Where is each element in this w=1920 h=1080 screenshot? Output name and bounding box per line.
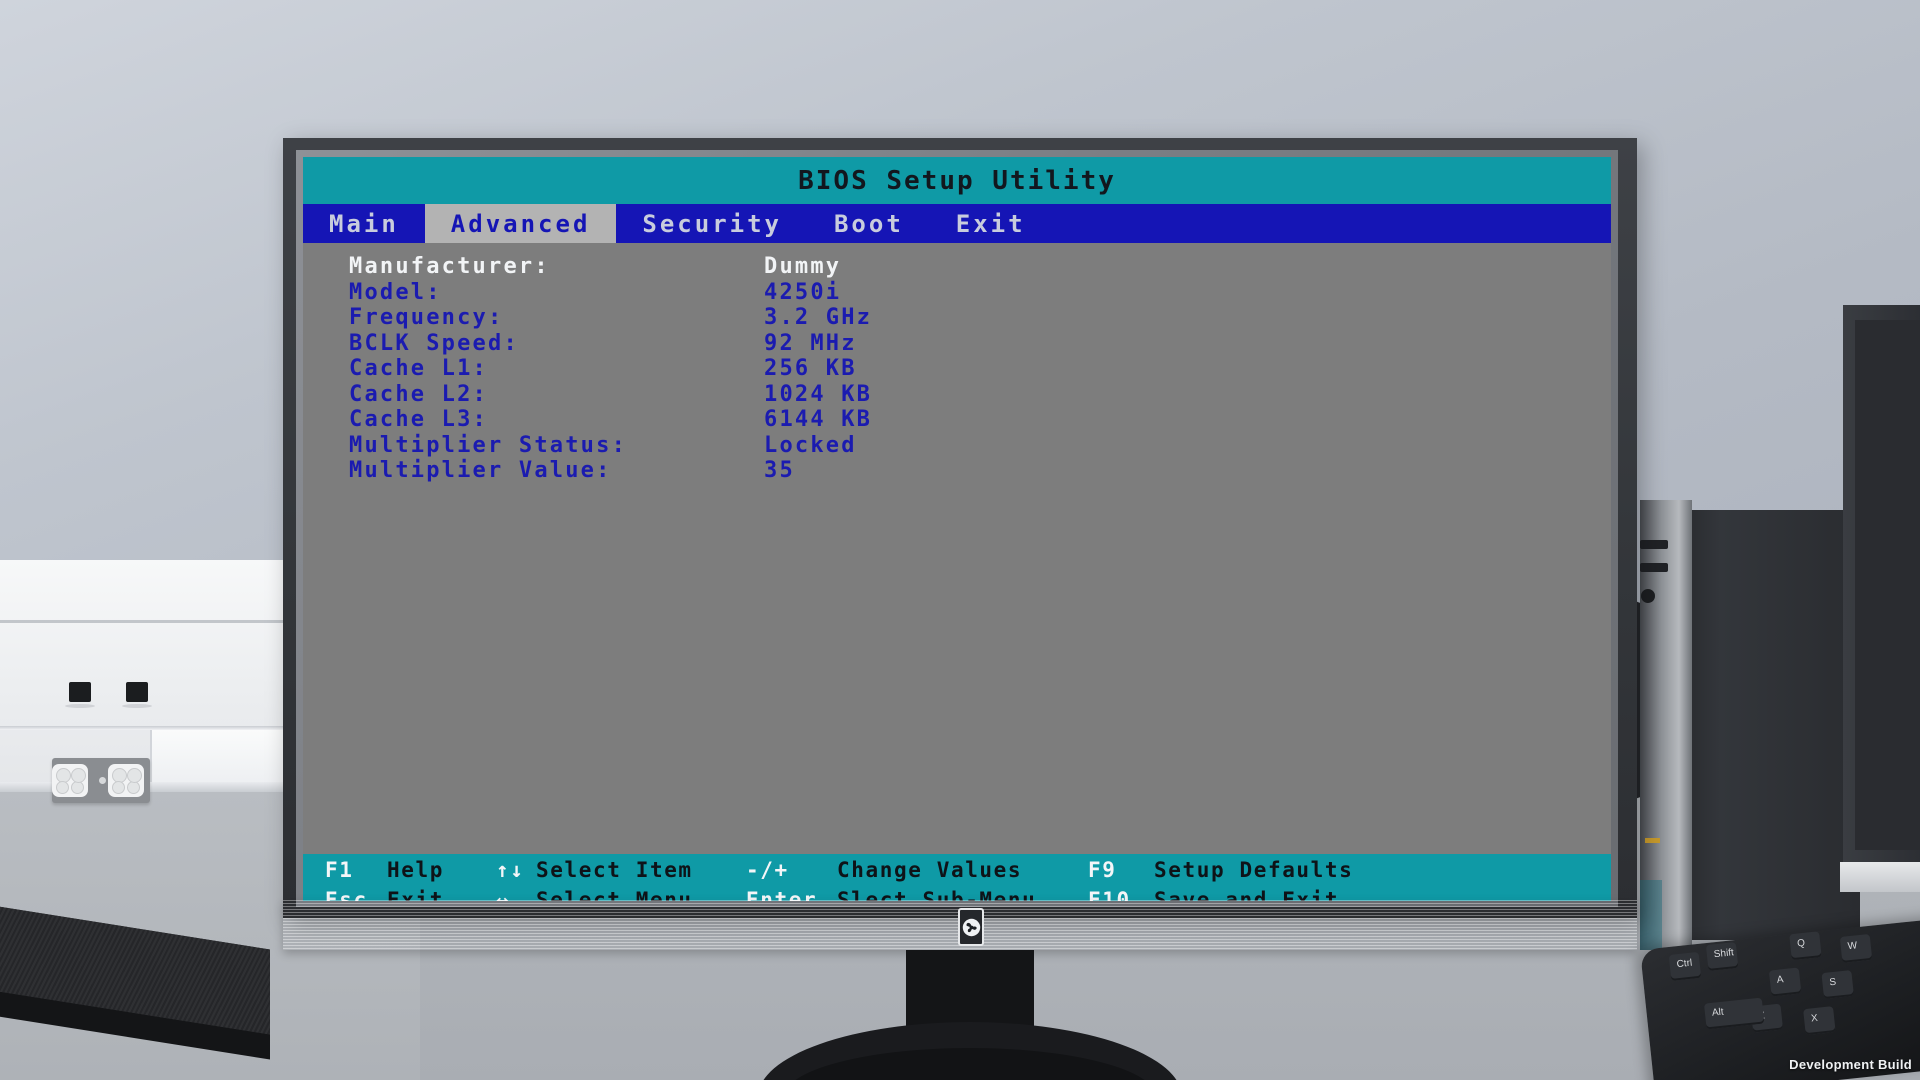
field-label: Model: — [349, 279, 442, 305]
field-value: 6144 KB — [764, 407, 873, 433]
development-build-watermark: Development Build — [1789, 1057, 1912, 1072]
field-label: Multiplier Value: — [349, 458, 612, 484]
power-socket-right — [108, 764, 144, 797]
pc-tower-vent — [1640, 563, 1668, 572]
outlet-screw — [99, 777, 106, 784]
field-row-multiplier-value[interactable]: Multiplier Value: 35 — [349, 458, 872, 484]
second-monitor-base — [1840, 862, 1920, 892]
field-row-multiplier-status[interactable]: Multiplier Status: Locked — [349, 433, 872, 459]
wall-panel-lower — [150, 730, 286, 790]
field-label: BCLK Speed: — [349, 330, 519, 356]
help-row-2: Esc Exit ↔ Select Menu Enter Slect Sub-M… — [303, 885, 1611, 901]
fan-logo-icon — [958, 908, 984, 946]
field-row-cache-l2[interactable]: Cache L2: 1024 KB — [349, 382, 872, 408]
field-label: Cache L3: — [349, 407, 489, 433]
socket-hole — [56, 781, 69, 794]
keyboard-key[interactable]: W — [1839, 933, 1873, 963]
keyboard-key-label: X — [1810, 1012, 1819, 1025]
power-outlet-plate — [52, 758, 150, 803]
socket-hole — [112, 781, 125, 794]
socket-hole — [127, 781, 140, 794]
keyboard-key-label: W — [1847, 940, 1858, 953]
help-key-updown-arrows-icon: ↑↓ — [496, 858, 525, 882]
keyboard-key-label: Q — [1796, 937, 1806, 950]
network-jack-right — [126, 682, 148, 702]
field-value: 4250i — [764, 279, 842, 305]
wall-panel-seam-top — [0, 620, 286, 623]
bios-tab-strip: Main Advanced Security Boot Exit — [303, 204, 1052, 243]
network-jack-left — [69, 682, 91, 702]
bios-screen: BIOS Setup Utility Main Advanced Securit… — [303, 157, 1611, 901]
scene-root: Ctrl Shift Q A Z W S X Alt BIOS Setup Ut… — [0, 0, 1920, 1080]
field-row-cache-l1[interactable]: Cache L1: 256 KB — [349, 356, 872, 382]
keyboard-key-label: Shift — [1713, 947, 1735, 961]
field-value: Dummy — [764, 254, 842, 280]
help-action-select-item: Select Item — [536, 858, 693, 882]
field-label: Cache L2: — [349, 381, 489, 407]
field-value: 35 — [764, 458, 795, 484]
field-label: Cache L1: — [349, 356, 489, 382]
socket-hole — [71, 781, 84, 794]
field-row-manufacturer[interactable]: Manufacturer: Dummy — [349, 254, 872, 280]
power-socket-left — [52, 764, 88, 797]
keyboard-key-label: S — [1828, 976, 1837, 989]
field-row-model[interactable]: Model: 4250i — [349, 280, 872, 306]
bios-field-list: Manufacturer: Dummy Model: 4250i Frequen… — [349, 254, 872, 484]
pc-status-led — [1645, 838, 1660, 843]
pc-tower-vent — [1640, 540, 1668, 549]
bios-title: BIOS Setup Utility — [798, 165, 1116, 196]
help-key-minus-plus[interactable]: -/+ — [746, 858, 789, 882]
tab-exit[interactable]: Exit — [930, 204, 1052, 243]
keyboard-key-label: Alt — [1711, 1006, 1725, 1019]
tab-boot[interactable]: Boot — [808, 204, 930, 243]
keyboard-key[interactable]: X — [1803, 1006, 1836, 1036]
bios-help-bar: F1 Help ↑↓ Select Item -/+ Change Values… — [303, 854, 1611, 901]
keyboard-key[interactable]: Q — [1789, 931, 1822, 961]
second-monitor-screen — [1855, 320, 1920, 850]
field-value: 256 KB — [764, 356, 857, 382]
pc-tower-port-panel — [1640, 880, 1662, 950]
tab-advanced[interactable]: Advanced — [424, 204, 617, 243]
keyboard-key[interactable]: A — [1768, 967, 1802, 997]
field-row-cache-l3[interactable]: Cache L3: 6144 KB — [349, 407, 872, 433]
field-value: 1024 KB — [764, 381, 873, 407]
field-row-frequency[interactable]: Frequency: 3.2 GHz — [349, 305, 872, 331]
help-action-change-values: Change Values — [837, 858, 1023, 882]
help-key-f9[interactable]: F9 — [1088, 858, 1117, 882]
help-key-f1[interactable]: F1 — [325, 858, 354, 882]
pc-power-button[interactable] — [1641, 589, 1655, 603]
field-row-bclk-speed[interactable]: BCLK Speed: 92 MHz — [349, 331, 872, 357]
tab-main[interactable]: Main — [303, 204, 425, 243]
keyboard-key[interactable]: Ctrl — [1668, 951, 1702, 981]
keyboard-key-label: A — [1776, 974, 1785, 986]
keyboard-key[interactable]: S — [1821, 970, 1854, 1000]
field-value: 92 MHz — [764, 330, 857, 356]
field-value: 3.2 GHz — [764, 305, 873, 331]
help-row-1: F1 Help ↑↓ Select Item -/+ Change Values… — [303, 855, 1611, 885]
field-label: Frequency: — [349, 305, 504, 331]
field-value: Locked — [764, 432, 857, 458]
tab-security[interactable]: Security — [616, 204, 808, 243]
network-jack-left-shadow — [65, 704, 95, 708]
field-label: Manufacturer: — [349, 254, 550, 280]
pc-tower — [1690, 510, 1860, 940]
keyboard-key-label: Ctrl — [1676, 957, 1693, 971]
keyboard-key[interactable]: Shift — [1705, 941, 1739, 971]
help-action-setup-defaults: Setup Defaults — [1154, 858, 1354, 882]
network-jack-right-shadow — [122, 704, 152, 708]
help-action-help: Help — [387, 858, 444, 882]
field-label: Multiplier Status: — [349, 432, 628, 458]
